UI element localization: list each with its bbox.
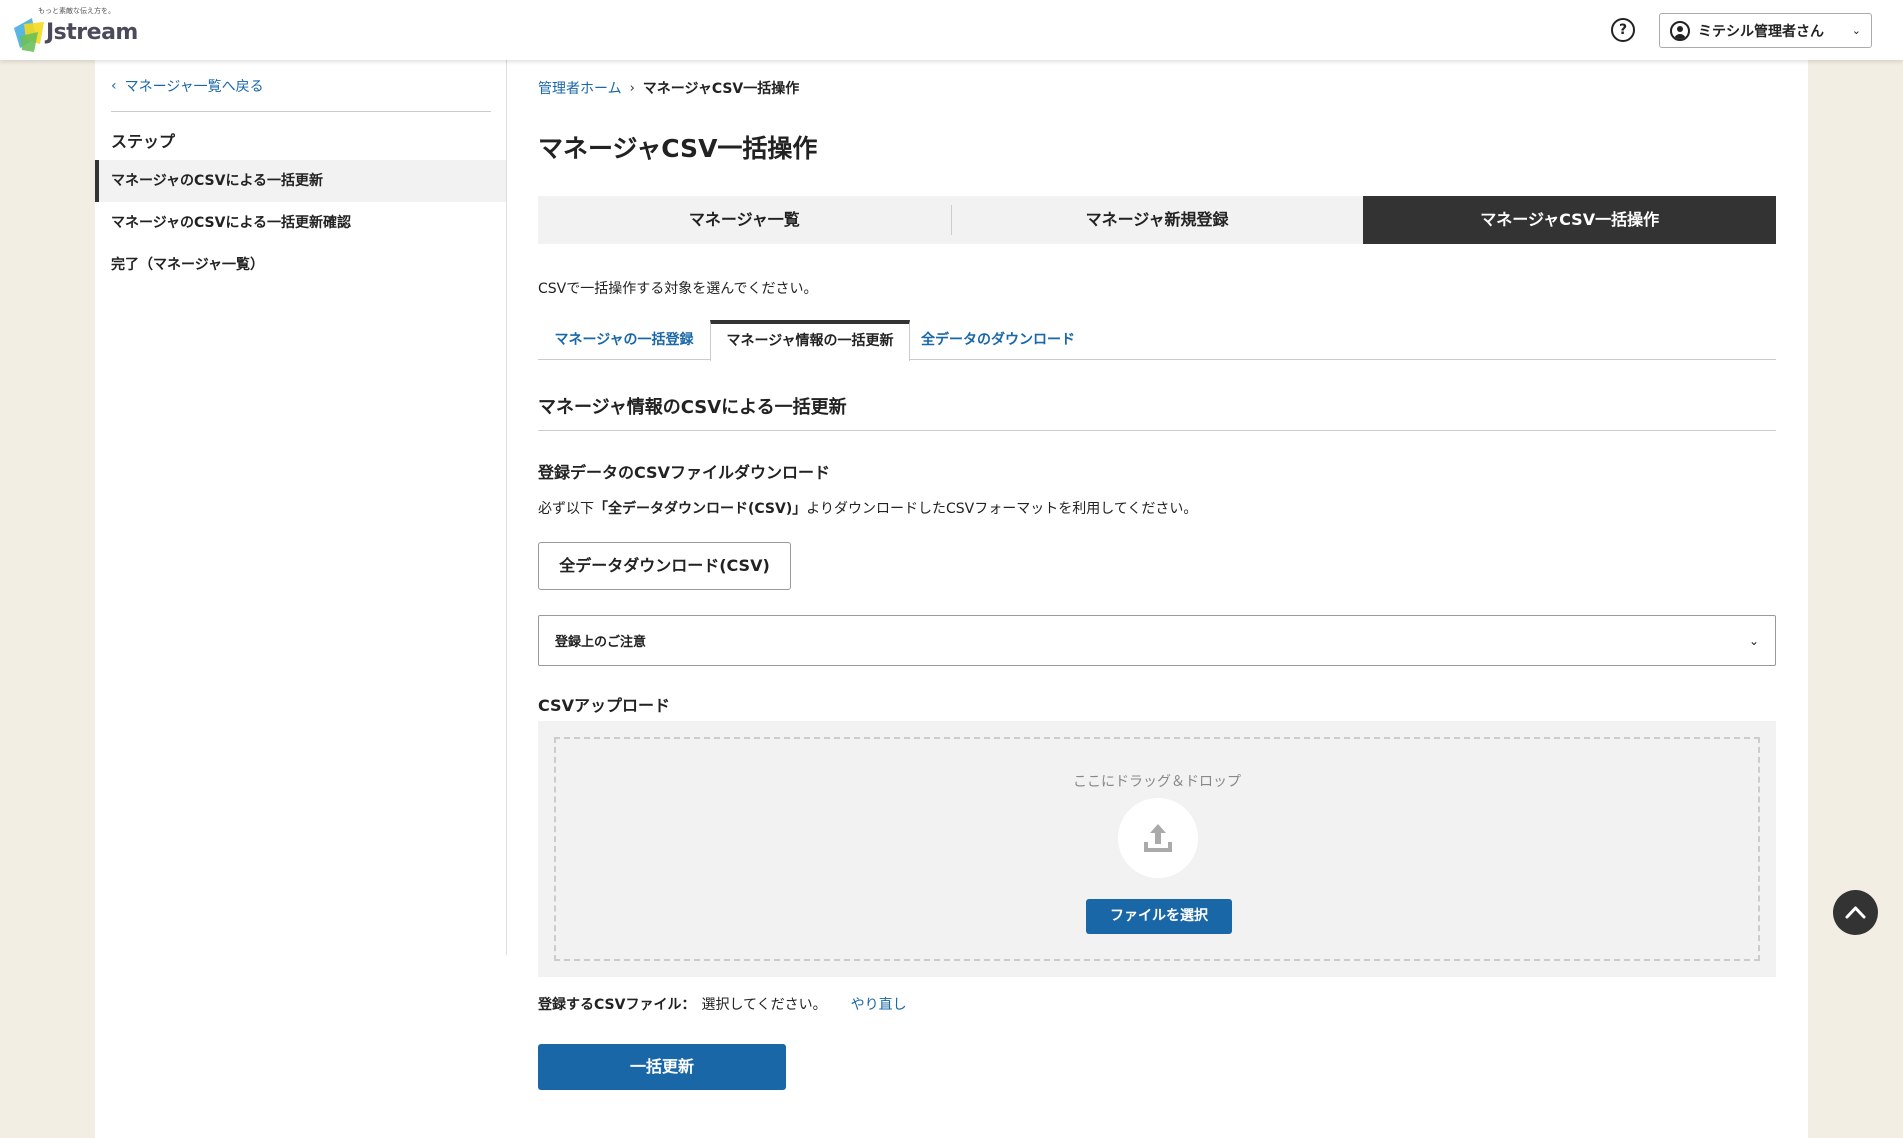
- app-header: もっと素敵な伝え方を。 Jstream ? ミテシル管理者さん ⌄: [0, 0, 1903, 60]
- top-tabs: マネージャ一覧 マネージャ新規登録 マネージャCSV一括操作: [538, 196, 1777, 244]
- breadcrumb-current: マネージャCSV一括操作: [642, 81, 800, 97]
- help-icon[interactable]: ?: [1611, 18, 1635, 42]
- user-menu-button[interactable]: ミテシル管理者さん ⌄: [1659, 13, 1872, 48]
- sidebar-divider: [111, 111, 491, 112]
- user-name: ミテシル管理者さん: [1698, 23, 1824, 40]
- note-suffix: よりダウンロードしたCSVフォーマットを利用してください。: [806, 501, 1198, 517]
- step-item-bulk-update: マネージャのCSVによる一括更新: [95, 160, 506, 202]
- tab-manager-new[interactable]: マネージャ新規登録: [950, 196, 1364, 244]
- logo-tagline: もっと素敵な伝え方を。: [38, 7, 115, 15]
- subtab-bulk-update[interactable]: マネージャ情報の一括更新: [710, 320, 910, 361]
- instruction-text: CSVで一括操作する対象を選んでください。: [538, 281, 818, 297]
- user-icon: [1670, 20, 1690, 41]
- note-bold: 「全データダウンロード(CSV)」: [594, 501, 807, 517]
- chevron-left-icon: ‹: [111, 78, 117, 94]
- tab-manager-csv[interactable]: マネージャCSV一括操作: [1363, 196, 1777, 244]
- step-item-complete: 完了（マネージャ一覧）: [111, 257, 265, 273]
- step-sidebar: ‹ マネージャ一覧へ戻る ステップ マネージャのCSVによる一括更新 マネージャ…: [95, 60, 507, 955]
- select-file-button[interactable]: ファイルを選択: [1086, 899, 1232, 934]
- csv-dropzone-wrapper: ここにドラッグ＆ドロップ ファイルを選択: [538, 721, 1776, 977]
- logo-mark-icon: [14, 18, 44, 52]
- chevron-down-icon: ⌄: [1851, 24, 1861, 37]
- step-item-bulk-update-confirm: マネージャのCSVによる一括更新確認: [111, 215, 352, 231]
- steps-heading: ステップ: [111, 132, 176, 151]
- chevron-up-icon: [1845, 906, 1866, 919]
- chevron-down-icon: ⌄: [1748, 633, 1759, 648]
- note-prefix: 必ず以下: [538, 501, 594, 517]
- upload-icon: [1118, 798, 1198, 878]
- tab-manager-list[interactable]: マネージャ一覧: [538, 196, 951, 244]
- breadcrumb-home-link[interactable]: 管理者ホーム: [538, 78, 622, 98]
- download-section-title: 登録データのCSVファイルダウンロード: [538, 463, 830, 482]
- back-to-manager-list-link[interactable]: ‹ マネージャ一覧へ戻る: [111, 76, 264, 96]
- sub-tabs: マネージャの一括登録 マネージャ情報の一括更新 全データのダウンロード: [538, 320, 1776, 361]
- drop-text: ここにドラッグ＆ドロップ: [1073, 774, 1241, 790]
- breadcrumb: 管理者ホーム › マネージャCSV一括操作: [538, 78, 799, 98]
- registration-notes-accordion[interactable]: 登録上のご注意 ⌄: [538, 615, 1776, 666]
- subtab-bulk-register[interactable]: マネージャの一括登録: [538, 320, 710, 360]
- chevron-right-icon: ›: [629, 80, 635, 96]
- content-card: ‹ マネージャ一覧へ戻る ステップ マネージャのCSVによる一括更新 マネージャ…: [95, 60, 1808, 1138]
- jstream-logo[interactable]: もっと素敵な伝え方を。 Jstream: [14, 6, 138, 52]
- logo-wordmark: Jstream: [46, 20, 138, 45]
- reset-link[interactable]: やり直し: [851, 994, 907, 1014]
- file-value: 選択してください。: [701, 997, 827, 1013]
- upload-section-title: CSVアップロード: [538, 696, 670, 715]
- download-all-csv-button[interactable]: 全データダウンロード(CSV): [538, 542, 791, 590]
- page-title: マネージャCSV一括操作: [538, 134, 818, 163]
- bulk-update-button[interactable]: 一括更新: [538, 1044, 786, 1090]
- subtab-all-download[interactable]: 全データのダウンロード: [910, 320, 1086, 360]
- file-label: 登録するCSVファイル：: [538, 997, 696, 1013]
- csv-dropzone[interactable]: ここにドラッグ＆ドロップ ファイルを選択: [554, 737, 1760, 961]
- scroll-to-top-button[interactable]: [1833, 890, 1878, 935]
- download-note: 必ず以下「全データダウンロード(CSV)」よりダウンロードしたCSVフォーマット…: [538, 498, 1197, 518]
- selected-file-line: 登録するCSVファイル： 選択してください。 やり直し: [538, 994, 907, 1014]
- section-title: マネージャ情報のCSVによる一括更新: [538, 393, 1776, 431]
- back-link-label: マネージャ一覧へ戻る: [124, 79, 264, 95]
- accordion-label: 登録上のご注意: [555, 635, 647, 650]
